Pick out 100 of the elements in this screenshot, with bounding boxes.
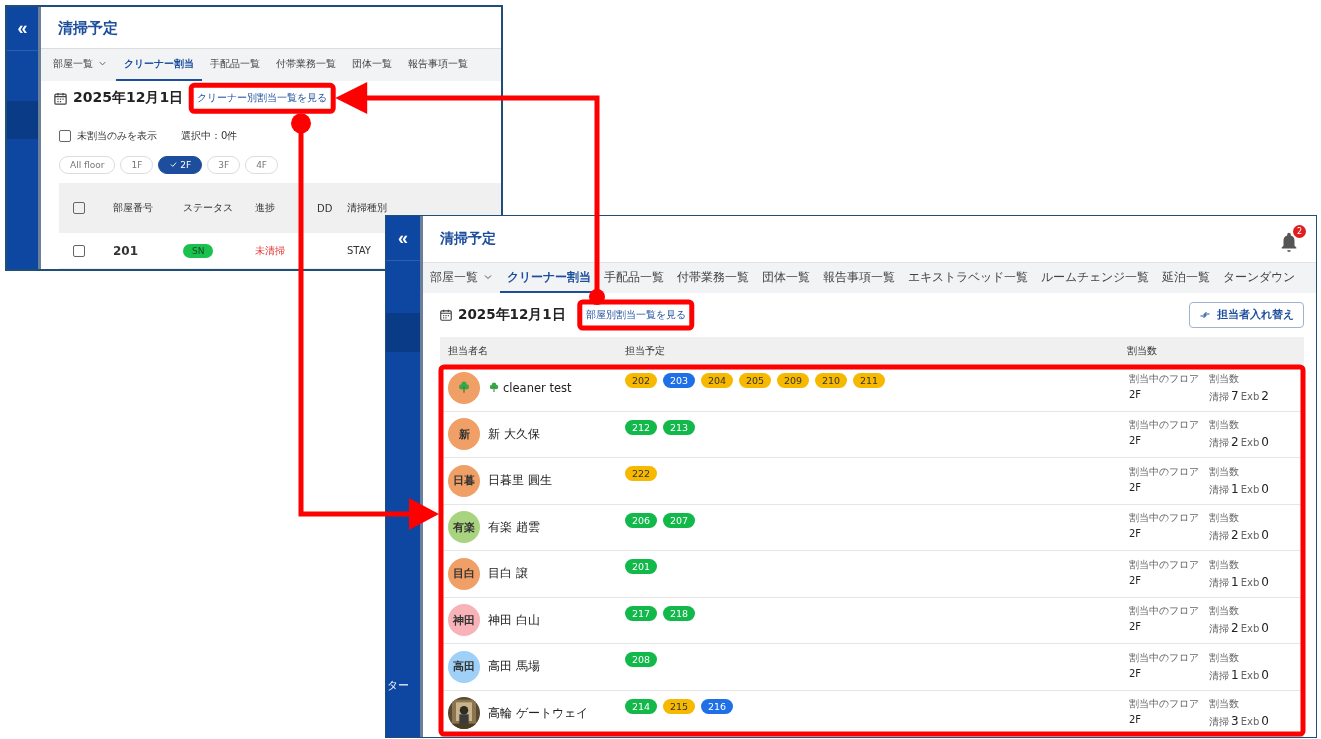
floor-value: 2F [1129,481,1143,493]
tab[interactable]: 付帯業務一覧 [268,48,344,82]
count-value: 0 [1261,621,1269,636]
column-header: 部屋番号 [113,201,153,215]
count-value: 3 [1231,714,1239,729]
cleaner-name: 日暮里 圓生 [488,473,552,489]
count-value: 2 [1231,621,1239,636]
cleaner-name: 高田 馬場 [488,659,540,675]
column-header: DD [317,202,333,214]
room-chip[interactable]: 216 [701,698,733,714]
checkbox[interactable] [59,130,71,143]
column-header: 担当予定 [625,344,666,358]
room-number: 201 [113,243,139,258]
count-value: 0 [1261,435,1269,450]
avatar: 高田 [448,650,480,683]
field-label: 割当中のフロア [1129,557,1199,572]
count-value: 7 [1231,388,1239,403]
tab[interactable]: ターンダウン [1216,263,1301,293]
tab[interactable]: 報告事項一覧 [816,263,901,293]
count-label: 清掃 [1209,436,1229,451]
floor-chip[interactable]: 1F [120,156,154,174]
count-value: 2 [1231,528,1239,543]
count-value: 0 [1261,528,1269,543]
clover-icon [457,380,471,395]
floor-chip[interactable]: 4F [245,156,279,174]
room-chip[interactable]: 203 [663,373,695,388]
avatar: 日暮 [448,464,480,497]
count-label: Exb [1240,530,1260,542]
tab[interactable]: 手配品一覧 [202,48,268,82]
tab[interactable]: 団体一覧 [344,48,400,82]
tab[interactable]: 部屋一覧 [423,263,500,293]
cleaner-name: 神田 白山 [488,612,540,628]
count-value: 0 [1261,667,1269,682]
tab[interactable]: ルームチェンジ一覧 [1034,263,1155,293]
selection-count: 選択中：0件 [181,129,238,144]
cleaner-name: 目白 譲 [488,566,528,582]
avatar: 新 [448,418,480,451]
field-label: 割当中のフロア [1129,511,1199,526]
floor-value: 2F [1129,574,1143,586]
field-label: 割当中のフロア [1129,371,1199,386]
field-label: 割当数 [1209,557,1240,572]
floor-chip[interactable]: 2F [158,156,203,174]
cleaner-name: 高輪 ゲートウェイ [488,705,588,721]
room-chip[interactable]: 215 [663,698,695,714]
collapse-button[interactable]: « [7,7,38,51]
count-label: 清掃 [1209,389,1229,404]
tab[interactable]: 手配品一覧 [597,263,670,293]
date-display: 2025年12月1日 [439,306,566,324]
tab[interactable]: クリーナー割当 [116,48,202,82]
swap-button[interactable]: 担当者入れ替え [1189,302,1304,328]
date-display: 2025年12月1日 [53,89,184,108]
count-label: 清掃 [1209,482,1229,497]
tab[interactable]: 部屋一覧 [45,48,116,82]
count-label: 清掃 [1209,668,1229,683]
room-chip[interactable]: 222 [625,466,657,481]
room-chip[interactable]: 202 [625,373,657,388]
floor-value: 2F [1129,388,1143,400]
tab[interactable]: エキストラベッド一覧 [901,263,1034,293]
count-label: Exb [1240,623,1260,635]
floor-value: 2F [1129,621,1143,633]
room-chip[interactable]: 205 [739,373,771,388]
checkbox[interactable] [73,244,85,257]
cleaner-name: 新 大久保 [488,426,540,442]
count-value: 0 [1261,574,1269,589]
notification-button[interactable]: 2 [1278,225,1306,253]
page-title: 清掃予定 [41,7,501,49]
count-label: Exb [1240,669,1260,681]
count-label: 清掃 [1209,575,1229,590]
tab[interactable]: 報告事項一覧 [400,48,476,82]
column-header: 進捗 [255,201,275,215]
floor-value: 2F [1129,435,1143,447]
tab[interactable]: 延泊一覧 [1155,263,1216,293]
room-chip[interactable]: 209 [777,373,809,388]
notification-badge: 2 [1293,225,1306,238]
field-label: 割当中のフロア [1129,604,1199,619]
field-label: 割当数 [1209,418,1240,433]
field-label: 割当数 [1209,371,1240,386]
count-label: Exb [1240,716,1260,728]
tab[interactable]: 付帯業務一覧 [670,263,755,293]
cleaner-name: 有楽 趙雲 [488,519,540,535]
field-label: 割当数 [1209,604,1240,619]
checkbox[interactable] [73,202,85,214]
page-title: 清掃予定 [440,230,496,248]
floor-chip[interactable]: All floor [59,156,116,174]
room-chip[interactable]: 211 [853,373,885,388]
room-chip[interactable]: 210 [815,373,847,388]
floor-chip[interactable]: 3F [207,156,241,174]
collapse-button[interactable]: « [386,216,420,261]
room-chip[interactable]: 204 [701,373,733,388]
field-label: 割当中のフロア [1129,697,1199,712]
field-label: 割当数 [1209,697,1240,712]
column-header: ステータス [183,201,233,215]
cleaner-list-link[interactable]: クリーナー別割当一覧を見る [197,91,328,106]
field-label: 割当数 [1209,511,1240,526]
room-list-link[interactable]: 部屋別割当一覧を見る [585,308,686,322]
sidebar-label[interactable]: ター [386,678,420,693]
calendar-icon [439,308,453,322]
count-label: Exb [1240,390,1260,402]
count-value: 2 [1261,388,1269,403]
tab[interactable]: 団体一覧 [755,263,816,293]
